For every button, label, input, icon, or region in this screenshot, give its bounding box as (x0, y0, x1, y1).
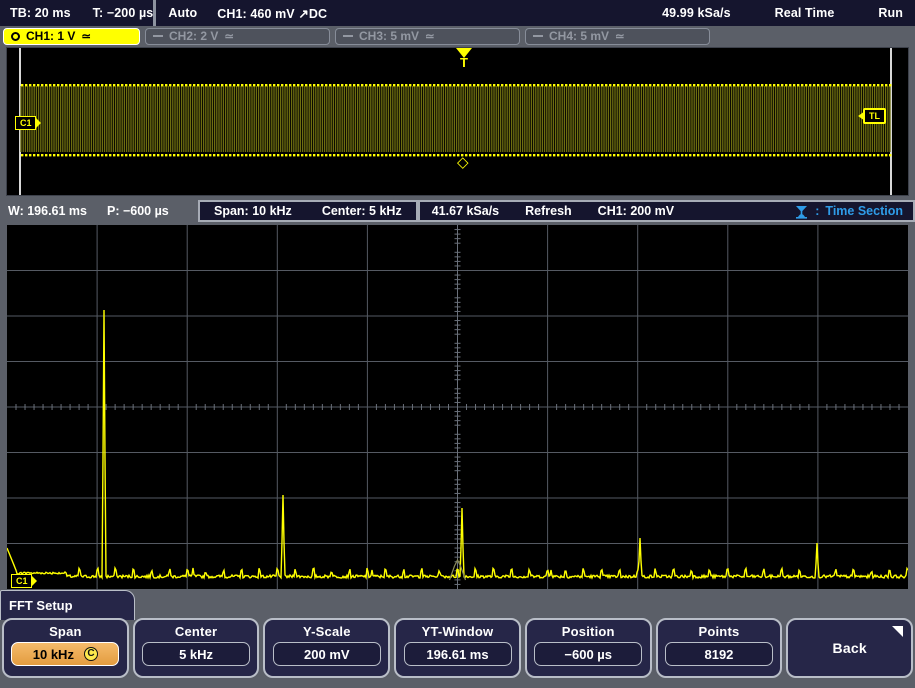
channel-button-row: CH1: 1 V ≃ CH2: 2 V ≃ CH3: 5 mV ≃ CH4: 5… (0, 26, 915, 46)
soft-menu-zone: FFT Setup Span 10 kHz C Center 5 kHz Y-S… (0, 590, 915, 688)
coupling-icon-ch1: ≃ (81, 31, 91, 43)
coupling-icon-ch3: ≃ (425, 31, 435, 43)
time-section-group[interactable]: : Time Section (794, 204, 903, 219)
softkey-points-value-field[interactable]: 8192 (664, 642, 773, 666)
softkey-points-label: Points (698, 624, 740, 639)
channel-label-ch3: CH3: 5 mV (359, 29, 420, 43)
channel-button-ch3[interactable]: CH3: 5 mV ≃ (335, 27, 520, 45)
softkey-center-value-field[interactable]: 5 kHz (142, 642, 251, 666)
softkey-yt-window[interactable]: YT-Window 196.61 ms (394, 618, 521, 678)
acquisition-group: 49.99 kSa/s Real Time Run (327, 0, 915, 26)
rotary-knob-icon[interactable]: C (83, 647, 98, 661)
fft-sample-rate: 41.67 kSa/s (431, 204, 500, 218)
channel-button-ch4[interactable]: CH4: 5 mV ≃ (525, 27, 710, 45)
span-center-group[interactable]: Span: 10 kHz Center: 5 kHz (198, 200, 418, 222)
fft-spectrum-display[interactable]: C1 (6, 224, 909, 590)
run-state: Run (878, 6, 903, 20)
channel-marker-c1[interactable]: C1 (15, 116, 40, 130)
softkey-y-scale-value: 200 mV (304, 646, 350, 662)
fft-status-bar: W: 196.61 ms P: −600 µs Span: 10 kHz Cen… (0, 200, 915, 222)
softkey-center[interactable]: Center 5 kHz (132, 618, 260, 678)
dash-indicator-icon (343, 35, 353, 37)
reference-point-icon: ◇ (457, 154, 469, 171)
softkey-y-scale-label: Y-Scale (302, 624, 351, 639)
softkey-points[interactable]: Points 8192 (655, 618, 783, 678)
fft-trace (7, 225, 908, 589)
oscilloscope-screen: TB: 20 ms T: −200 µs Auto CH1: 460 mV ↗D… (0, 0, 915, 688)
channel-label-ch1: CH1: 1 V (26, 29, 76, 43)
trigger-level-marker[interactable]: TL (858, 108, 886, 124)
softkey-center-value: 5 kHz (179, 646, 214, 662)
top-status-bar: TB: 20 ms T: −200 µs Auto CH1: 460 mV ↗D… (0, 0, 915, 26)
yt-window-value: W: 196.61 ms (8, 204, 87, 218)
softkey-position-label: Position (561, 624, 615, 639)
fft-marker-c1[interactable]: C1 (11, 574, 36, 588)
time-section-colon: : (815, 204, 820, 218)
trigger-delay-value: T: −200 µs (92, 6, 154, 20)
window-position-group: W: 196.61 ms P: −600 µs (0, 200, 198, 222)
menu-corner-icon (892, 626, 904, 637)
back-button-label: Back (832, 640, 867, 656)
back-button[interactable]: Back (786, 618, 914, 678)
timebase-value: TB: 20 ms (10, 6, 71, 20)
time-section-icon (796, 205, 808, 219)
channel-label-ch4: CH4: 5 mV (549, 29, 610, 43)
dash-indicator-icon (533, 35, 543, 37)
softkey-yt-window-value: 196.61 ms (426, 646, 489, 662)
span-value: Span: 10 kHz (214, 204, 292, 218)
ch1-scale-value: CH1: 200 mV (597, 204, 675, 218)
softkey-position-value: −600 µs (564, 646, 613, 662)
time-domain-trace (20, 84, 892, 157)
trigger-source: CH1: 460 mV (217, 6, 295, 21)
softkey-y-scale-value-field[interactable]: 200 mV (272, 642, 381, 666)
softkey-position-value-field[interactable]: −600 µs (534, 642, 643, 666)
coupling-icon-ch4: ≃ (615, 31, 625, 43)
channel-button-ch1[interactable]: CH1: 1 V ≃ (3, 27, 140, 45)
time-domain-display[interactable]: C1 TL ◇ T (6, 47, 909, 196)
softkey-center-label: Center (174, 624, 218, 639)
softkey-y-scale[interactable]: Y-Scale 200 mV (263, 618, 391, 678)
menu-title: FFT Setup (0, 590, 135, 620)
trigger-edge-icon: ↗DC (298, 6, 328, 21)
softkey-span-value: 10 kHz (32, 646, 74, 662)
circle-indicator-icon (11, 31, 20, 41)
timebase-group[interactable]: TB: 20 ms T: −200 µs (0, 0, 153, 26)
sample-rate: 49.99 kSa/s (662, 6, 731, 20)
softkey-yt-window-value-field[interactable]: 196.61 ms (403, 642, 512, 666)
soft-key-row: Span 10 kHz C Center 5 kHz Y-Scale 200 m… (0, 618, 915, 678)
trigger-position-marker[interactable]: T (456, 48, 472, 70)
coupling-icon-ch2: ≃ (224, 31, 234, 43)
dash-indicator-icon (153, 35, 163, 37)
trigger-group[interactable]: Auto CH1: 460 mV ↗DC (156, 0, 327, 26)
acquisition-mode: Real Time (774, 6, 835, 20)
softkey-span-label: Span (49, 624, 82, 639)
position-value: P: −600 µs (106, 204, 169, 218)
channel-label-ch2: CH2: 2 V (169, 29, 219, 43)
softkey-position[interactable]: Position −600 µs (524, 618, 652, 678)
refresh-label: Refresh (525, 204, 572, 218)
trigger-letter: T (460, 55, 468, 70)
fft-acquisition-group[interactable]: 41.67 kSa/s Refresh CH1: 200 mV : Time S… (417, 200, 915, 222)
softkey-yt-window-label: YT-Window (421, 624, 494, 639)
trigger-mode: Auto (168, 6, 198, 20)
softkey-points-value: 8192 (704, 646, 734, 662)
time-section-label: Time Section (825, 204, 903, 218)
softkey-span[interactable]: Span 10 kHz C (2, 618, 129, 678)
softkey-span-value-field[interactable]: 10 kHz C (11, 642, 120, 666)
channel-button-ch2[interactable]: CH2: 2 V ≃ (145, 27, 330, 45)
trigger-source-group: CH1: 460 mV ↗DC (217, 6, 327, 21)
center-value: Center: 5 kHz (321, 204, 402, 218)
